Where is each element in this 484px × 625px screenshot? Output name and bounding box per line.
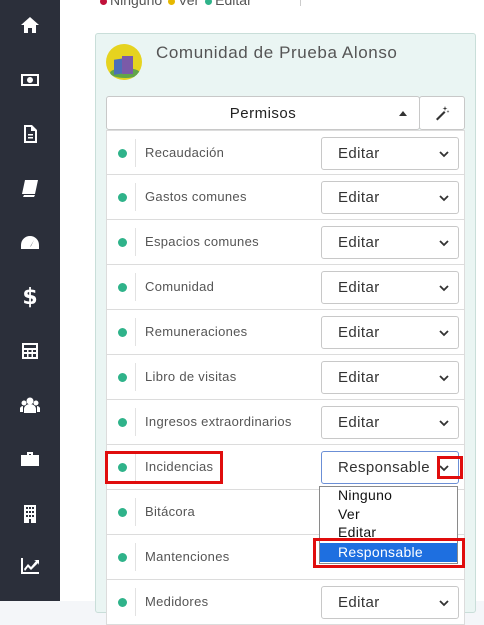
status-dot [118,238,127,247]
permission-select[interactable]: Editar [321,406,459,439]
row-divider [135,588,136,616]
row-divider [135,543,136,571]
highlight-responsable-option [313,538,465,568]
permission-name: Espacios comunes [145,234,259,249]
permission-select[interactable]: Editar [321,181,459,214]
status-dot [118,193,127,202]
permission-select[interactable]: Editar [321,316,459,349]
permission-name: Comunidad [145,279,215,294]
status-dot [118,283,127,292]
permission-row: Libro de visitas Editar [106,355,465,400]
status-dot [118,598,127,607]
permission-name: Libro de visitas [145,369,237,384]
main-content: Ninguno Ver Editar Comunidad de Prueba A… [60,0,484,625]
permission-row: Comunidad Editar [106,265,465,310]
permission-name: Bitácora [145,504,196,519]
status-dot [118,508,127,517]
permissions-header-label: Permisos [229,105,297,122]
legend-item-ver: Ver [168,0,199,8]
permission-legend: Ninguno Ver Editar [100,0,252,8]
permission-select[interactable]: Editar [321,361,459,394]
building-icon[interactable] [16,500,44,528]
permission-row: Remuneraciones Editar [106,310,465,355]
community-avatar [106,44,142,80]
permission-name: Mantenciones [145,549,230,564]
row-divider [135,228,136,256]
caret-up-icon [399,111,407,116]
permission-select[interactable]: Editar [321,137,459,170]
permission-select-value: Editar [338,369,380,386]
permission-select-value: Editar [338,414,380,431]
permission-row: Medidores Editar [106,580,465,625]
permission-select-value: Editar [338,279,380,296]
permission-row: Gastos comunes Editar [106,175,465,220]
permission-select[interactable]: Editar [321,271,459,304]
permission-row: Espacios comunes Editar [106,220,465,265]
chart-line-icon[interactable] [16,552,44,580]
gauge-icon[interactable] [16,229,44,257]
status-dot [118,373,127,382]
legend-item-ninguno: Ninguno [100,0,162,8]
calculator-icon[interactable] [16,337,44,365]
permissions-header-button[interactable]: Permisos [106,96,420,130]
permission-name: Recaudación [145,145,225,160]
row-divider [135,318,136,346]
status-dot [118,418,127,427]
permission-select-value: Editar [338,189,380,206]
permission-row: Recaudación Editar [106,130,465,175]
legend-item-editar: Editar [205,0,252,8]
highlight-incidencias-chevron [437,456,463,479]
permission-select-value: Editar [338,234,380,251]
magic-wand-button[interactable] [419,96,465,130]
permission-name: Remuneraciones [145,324,248,339]
money-icon[interactable] [16,66,44,94]
permission-name: Medidores [145,594,209,609]
permission-select-value: Editar [338,594,380,611]
users-icon[interactable] [16,391,44,419]
option-ver[interactable]: Ver [338,506,360,522]
status-dot [118,149,127,158]
permission-select[interactable]: Editar [321,226,459,259]
permission-select-value: Responsable [338,459,430,476]
permission-name: Ingresos extraordinarios [145,414,292,429]
community-title: Comunidad de Prueba Alonso [156,43,398,62]
document-icon[interactable] [16,120,44,148]
row-divider [135,183,136,211]
row-divider [135,273,136,301]
permission-row: Ingresos extraordinarios Editar [106,400,465,445]
briefcase-icon[interactable] [16,445,44,473]
row-divider [135,363,136,391]
book-icon[interactable] [16,174,44,202]
sidebar: $ [0,0,60,601]
status-dot [118,328,127,337]
magic-wand-icon [436,106,450,121]
permission-select-value: Editar [338,324,380,341]
permission-select-value: Editar [338,145,380,162]
permission-name: Gastos comunes [145,189,247,204]
highlight-incidencias-label [105,451,223,484]
row-divider [135,498,136,526]
row-divider [135,408,136,436]
dollar-icon[interactable]: $ [16,283,44,311]
permission-select[interactable]: Editar [321,586,459,619]
row-divider [135,139,136,167]
status-dot [118,553,127,562]
home-icon[interactable] [16,11,44,39]
option-ninguno[interactable]: Ninguno [338,487,392,503]
legend-divider [300,0,301,6]
